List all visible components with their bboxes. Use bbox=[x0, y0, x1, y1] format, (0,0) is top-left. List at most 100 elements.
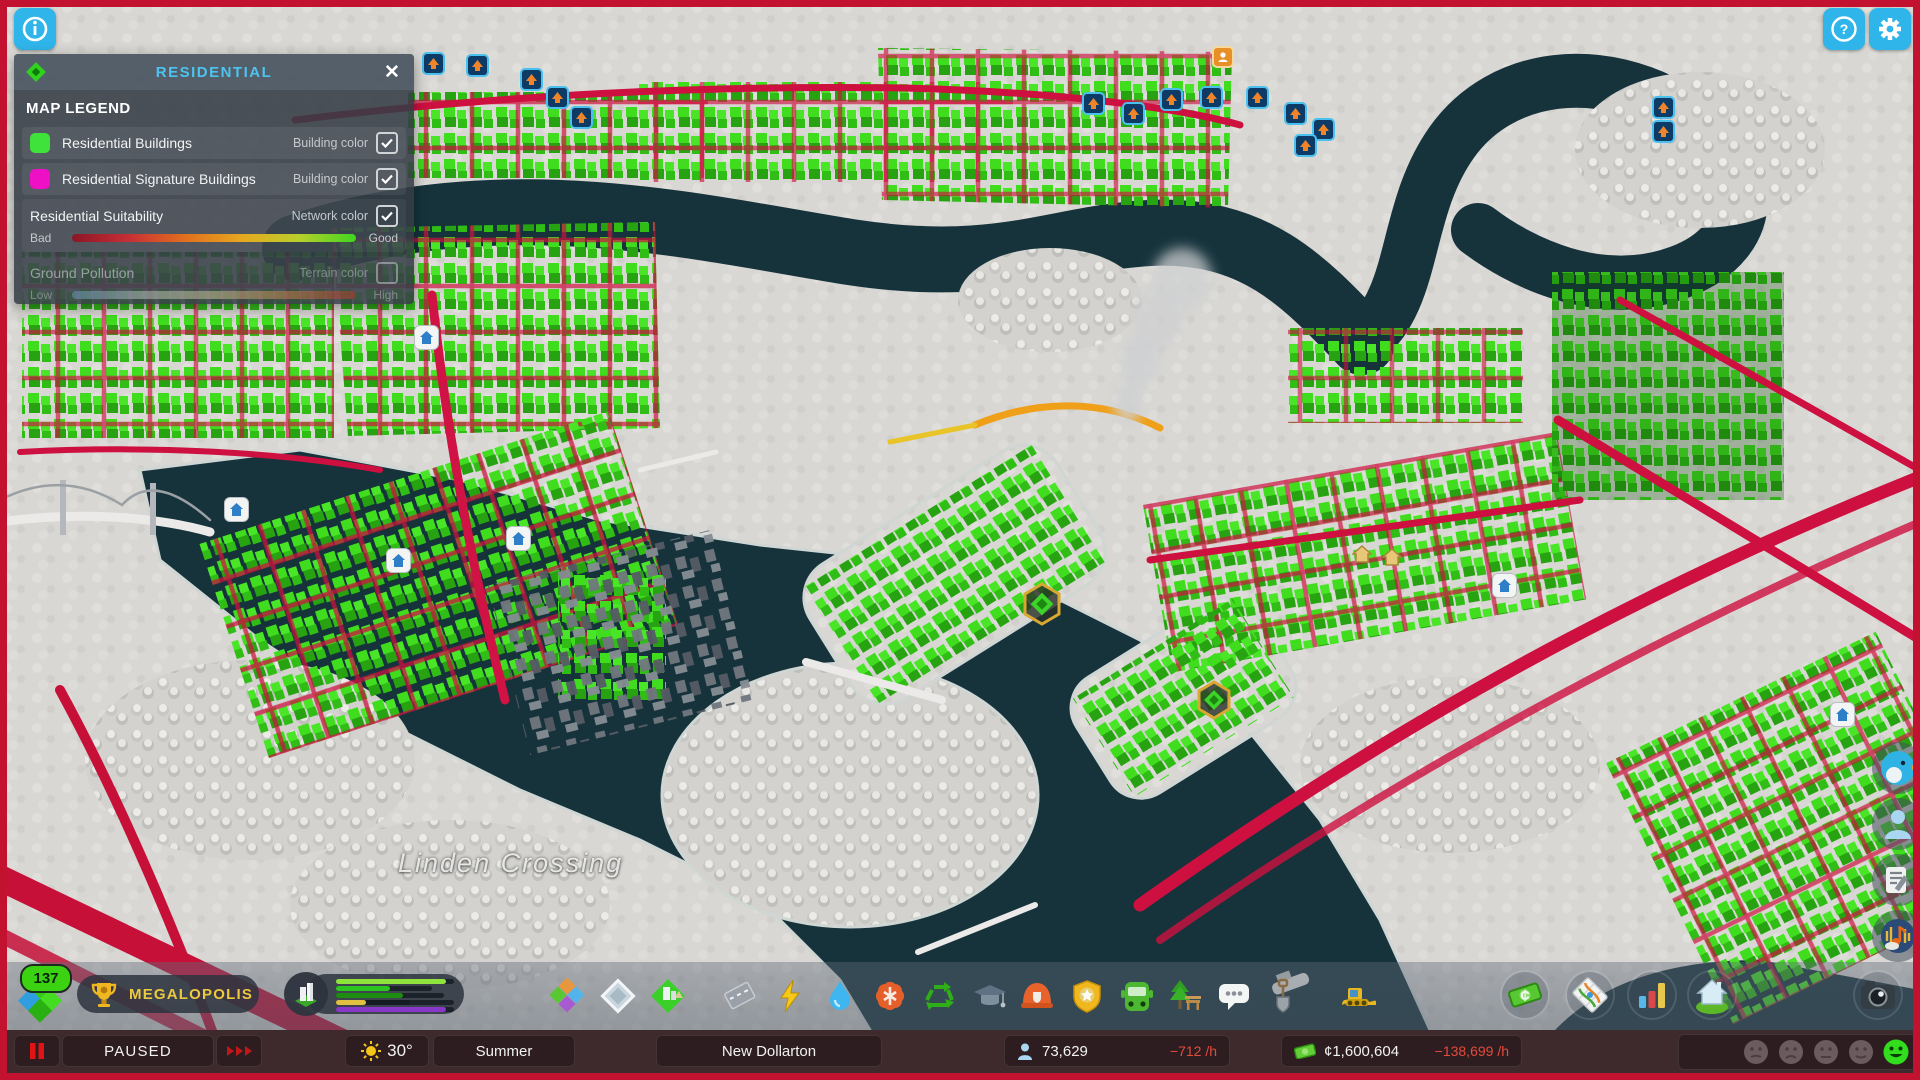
level-up-badge[interactable] bbox=[1246, 86, 1269, 109]
checkbox-unchecked[interactable] bbox=[376, 262, 398, 284]
speed-button[interactable] bbox=[216, 1035, 262, 1067]
citizen-lifepath-button[interactable] bbox=[1872, 798, 1920, 850]
game-screen: Linden Crossing ? RESIDENTIAL ✕ MAP LEGE… bbox=[0, 0, 1920, 1080]
checkbox-checked[interactable] bbox=[376, 132, 398, 154]
tool-roads[interactable] bbox=[720, 976, 760, 1016]
level-up-badge[interactable] bbox=[422, 52, 445, 75]
radio-button[interactable] bbox=[1872, 910, 1920, 962]
suitability-gradient bbox=[72, 234, 356, 242]
money-bill-icon bbox=[1294, 1043, 1316, 1059]
happiness-very-sad-icon bbox=[1744, 1040, 1768, 1064]
level-up-badge[interactable] bbox=[570, 106, 593, 129]
tool-police[interactable] bbox=[1067, 976, 1107, 1016]
population-rate: −712 /h bbox=[1169, 1043, 1217, 1059]
close-icon[interactable]: ✕ bbox=[380, 61, 404, 84]
city-name-button[interactable]: New Dollarton bbox=[656, 1035, 882, 1067]
tool-healthcare[interactable] bbox=[870, 976, 910, 1016]
budget-widget[interactable]: ¢1,600,604 −138,699 /h bbox=[1281, 1035, 1522, 1067]
city-title: MEGALOPOLIS bbox=[129, 985, 254, 1003]
tool-terraforming[interactable] bbox=[1263, 976, 1303, 1016]
residential-service-icon[interactable] bbox=[224, 497, 249, 522]
tool-electricity[interactable] bbox=[770, 976, 810, 1016]
budget-rate: −138,699 /h bbox=[1434, 1043, 1509, 1059]
landmark-house-marker[interactable] bbox=[1351, 544, 1373, 568]
legend-block-suitability: Residential Suitability Network color Ba… bbox=[22, 199, 406, 252]
tool-water-sewage[interactable] bbox=[820, 976, 860, 1016]
weather-widget[interactable]: 30° bbox=[345, 1035, 429, 1067]
tool-transportation[interactable] bbox=[1117, 976, 1157, 1016]
svg-text:¢: ¢ bbox=[1520, 986, 1530, 1005]
happiness-neutral-icon bbox=[1814, 1040, 1838, 1064]
demand-panel[interactable] bbox=[284, 972, 464, 1016]
tool-photo-mode[interactable] bbox=[1855, 972, 1901, 1018]
happiness-happy-icon-selected bbox=[1883, 1039, 1909, 1065]
season-widget[interactable]: Summer bbox=[433, 1035, 575, 1067]
signature-hex-marker[interactable] bbox=[1022, 582, 1062, 631]
green-swatch bbox=[30, 133, 50, 153]
pause-icon bbox=[30, 1043, 44, 1059]
level-up-badge[interactable] bbox=[546, 86, 569, 109]
notes-icon bbox=[1886, 867, 1909, 893]
tool-economy[interactable]: ¢ bbox=[1502, 972, 1548, 1018]
bird-icon bbox=[1881, 751, 1917, 785]
level-up-badge[interactable] bbox=[1200, 86, 1223, 109]
tool-areas[interactable] bbox=[598, 976, 638, 1016]
budget-value: ¢1,600,604 bbox=[1324, 1042, 1400, 1060]
level-up-badge[interactable] bbox=[1294, 134, 1317, 157]
journal-button[interactable] bbox=[1872, 854, 1920, 906]
landmark-house-marker[interactable] bbox=[1381, 547, 1403, 571]
tool-zones[interactable] bbox=[548, 976, 588, 1016]
tool-education[interactable] bbox=[970, 976, 1010, 1016]
residential-service-icon[interactable] bbox=[414, 325, 439, 350]
residential-service-icon[interactable] bbox=[386, 548, 411, 573]
tool-signature-buildings[interactable] bbox=[648, 976, 688, 1016]
tool-city-progression[interactable] bbox=[1689, 972, 1735, 1018]
pause-button[interactable] bbox=[14, 1035, 60, 1067]
tool-communications[interactable] bbox=[1214, 976, 1254, 1016]
tool-info-views[interactable] bbox=[1567, 972, 1613, 1018]
help-button[interactable]: ? bbox=[1823, 8, 1865, 50]
residential-service-icon[interactable] bbox=[1492, 573, 1517, 598]
sim-state-label[interactable]: PAUSED bbox=[62, 1035, 214, 1067]
city-title-pill[interactable]: MEGALOPOLIS bbox=[77, 975, 259, 1013]
checkbox-checked[interactable] bbox=[376, 168, 398, 190]
level-up-badge[interactable] bbox=[1284, 102, 1307, 125]
legend-block-pollution: Ground Pollution Terrain color Low High bbox=[22, 256, 406, 309]
main-toolbar: 137 MEGALOPOLIS ¢ bbox=[0, 962, 1920, 1030]
chirper-button[interactable] bbox=[1872, 742, 1920, 794]
residential-service-icon[interactable] bbox=[506, 526, 531, 551]
signature-hex-marker[interactable] bbox=[1196, 680, 1232, 725]
happiness-sad-icon bbox=[1779, 1040, 1803, 1064]
person-icon bbox=[1885, 810, 1911, 839]
population-widget[interactable]: 73,629 −712 /h bbox=[1004, 1035, 1230, 1067]
music-icon bbox=[1881, 919, 1915, 953]
milestone-button[interactable]: 137 bbox=[8, 962, 72, 1028]
tool-bulldozer[interactable] bbox=[1340, 976, 1380, 1016]
tool-garbage[interactable] bbox=[920, 976, 960, 1016]
level-up-badge[interactable] bbox=[1122, 102, 1145, 125]
info-views-button[interactable] bbox=[14, 8, 56, 50]
settings-button[interactable] bbox=[1869, 8, 1911, 50]
legend-row-signature-buildings: Residential Signature Buildings Building… bbox=[22, 163, 406, 195]
map-legend-heading: MAP LEGEND bbox=[26, 100, 131, 117]
residential-service-icon[interactable] bbox=[1830, 702, 1855, 727]
trophy-icon bbox=[91, 983, 117, 1007]
question-icon: ? bbox=[1831, 16, 1857, 42]
level-up-badge[interactable] bbox=[520, 68, 543, 91]
level-up-badge[interactable] bbox=[1652, 120, 1675, 143]
person-icon bbox=[1018, 1043, 1032, 1060]
residential-zone-icon bbox=[26, 62, 46, 82]
tool-parks-recreation[interactable] bbox=[1166, 976, 1206, 1016]
checkbox-checked[interactable] bbox=[376, 205, 398, 227]
level-up-badge[interactable] bbox=[1160, 88, 1183, 111]
citizen-marker[interactable] bbox=[1212, 46, 1234, 68]
panel-header[interactable]: RESIDENTIAL ✕ bbox=[14, 54, 414, 90]
tool-statistics[interactable] bbox=[1629, 972, 1675, 1018]
level-up-badge[interactable] bbox=[1652, 96, 1675, 119]
sun-icon bbox=[361, 1041, 382, 1061]
level-up-badge[interactable] bbox=[466, 54, 489, 77]
population-value: 73,629 bbox=[1042, 1042, 1088, 1060]
happiness-widget[interactable] bbox=[1678, 1034, 1920, 1070]
level-up-badge[interactable] bbox=[1082, 92, 1105, 115]
tool-fire-rescue[interactable] bbox=[1017, 976, 1057, 1016]
